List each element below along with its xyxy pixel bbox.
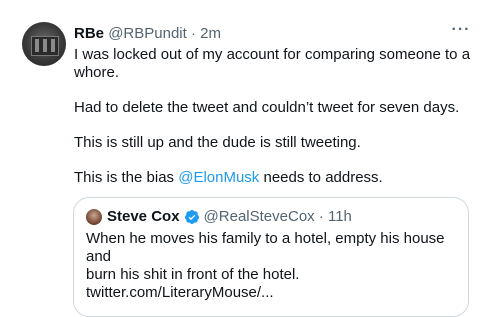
avatar-image — [31, 36, 59, 56]
display-name[interactable]: RBe — [74, 25, 104, 42]
tweet-card[interactable]: RBe @RBPundit · 2m ··· I was locked out … — [0, 0, 497, 317]
tweet-text-segment: This is the bias — [74, 169, 179, 186]
mention-link[interactable]: @ElonMusk — [178, 169, 259, 186]
avatar[interactable] — [22, 22, 66, 66]
quoted-tweet-header: Steve Cox @RealSteveCox · 11h — [86, 208, 352, 226]
tweet-text-segment: needs to address. — [259, 169, 383, 186]
quoted-tweet[interactable]: Steve Cox @RealSteveCox · 11h When he mo… — [73, 197, 469, 317]
quoted-link-text: twitter.com/LiteraryMouse/... — [86, 284, 274, 301]
tweet-paragraph: This is still up and the dude is still t… — [74, 134, 361, 151]
tweet-paragraph: Had to delete the tweet and couldn’t twe… — [74, 99, 460, 116]
quoted-avatar — [86, 209, 102, 225]
quoted-display-name: Steve Cox — [107, 208, 180, 225]
tweet-text: I was locked out of my account for compa… — [74, 46, 474, 187]
tweet-paragraph: This is the bias @ElonMusk needs to addr… — [74, 169, 474, 187]
quoted-text-line: burn his shit in front of the hotel. — [86, 266, 300, 283]
handle-and-time[interactable]: @RBPundit · 2m — [108, 25, 221, 42]
tweet-header: RBe @RBPundit · 2m — [74, 25, 221, 43]
tweet-paragraph: I was locked out of my account for compa… — [74, 46, 471, 81]
quoted-handle-and-time: @RealSteveCox · 11h — [203, 208, 352, 225]
more-options-icon[interactable]: ··· — [448, 22, 474, 42]
quoted-tweet-text: When he moves his family to a hotel, emp… — [86, 230, 456, 302]
quoted-text-line: When he moves his family to a hotel, emp… — [86, 230, 445, 265]
verified-badge-icon — [184, 210, 199, 224]
